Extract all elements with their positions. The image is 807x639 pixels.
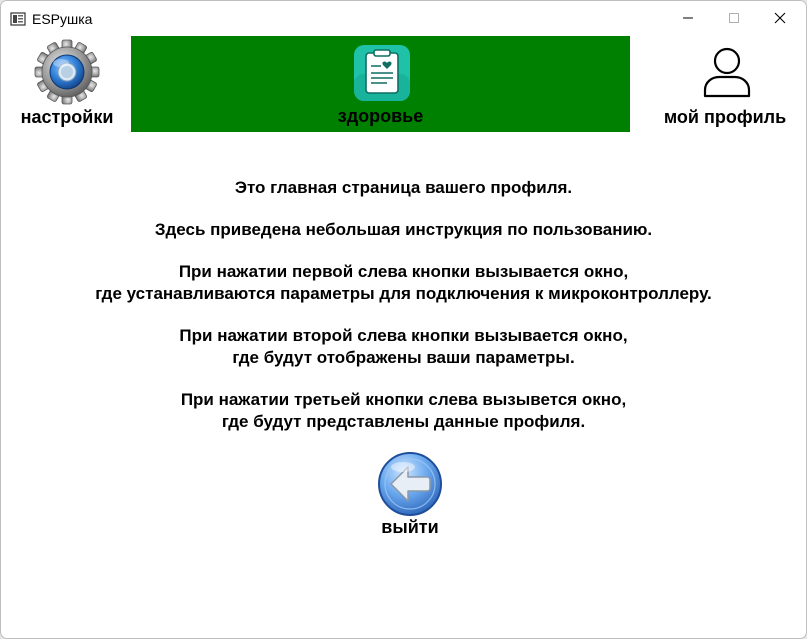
health-button[interactable]: здоровье <box>131 36 630 132</box>
settings-button[interactable]: настройки <box>15 39 119 131</box>
close-button[interactable] <box>757 1 803 35</box>
app-window: ESPушка настройки здоровье мой профиль Э… <box>0 0 807 639</box>
user-icon <box>703 47 751 98</box>
instruction-paragraph: При нажатии первой слева кнопки вызывает… <box>95 262 712 303</box>
close-icon <box>774 12 786 24</box>
back-arrow-icon <box>378 452 442 516</box>
settings-label: настройки <box>20 107 114 127</box>
instruction-paragraph: При нажатии второй слева кнопки вызывает… <box>179 326 628 367</box>
exit-label: выйти <box>381 517 439 537</box>
health-label: здоровье <box>337 106 424 126</box>
instructions-text: Это главная страница вашего профиля. Зде… <box>1 177 806 453</box>
maximize-button[interactable] <box>711 1 757 35</box>
instruction-paragraph: Здесь приведена небольшая инструкция по … <box>154 220 653 239</box>
health-clipboard-icon <box>354 45 410 101</box>
instruction-paragraph: При нажатии третьей кнопки слева вызывет… <box>180 390 627 431</box>
my-profile-button[interactable]: мой профиль <box>657 41 793 131</box>
minimize-icon <box>683 17 693 19</box>
exit-button[interactable]: выйти <box>361 451 459 541</box>
instruction-paragraph: Это главная страница вашего профиля. <box>234 178 573 197</box>
maximize-icon <box>729 13 739 23</box>
window-title: ESPушка <box>32 11 93 27</box>
title-bar[interactable]: ESPушка <box>1 1 806 35</box>
app-icon <box>10 12 26 26</box>
gear-icon <box>34 39 100 105</box>
my-profile-label: мой профиль <box>663 107 787 127</box>
minimize-button[interactable] <box>665 1 711 35</box>
